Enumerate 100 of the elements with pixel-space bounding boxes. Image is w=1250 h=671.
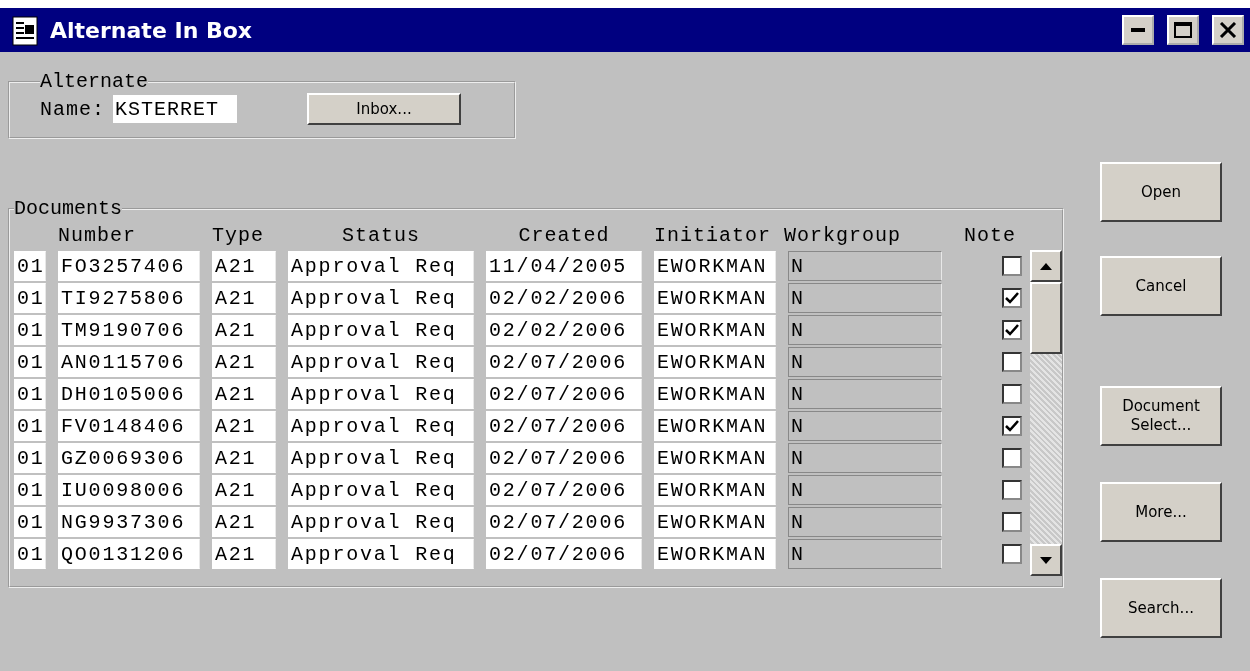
window-title: Alternate In Box xyxy=(50,17,254,43)
table-cell: 01 xyxy=(14,475,46,505)
minimize-icon xyxy=(1131,28,1145,32)
action-button[interactable]: Open xyxy=(1100,162,1222,222)
table-cell[interactable]: Approval Req xyxy=(288,443,474,473)
table-cell[interactable]: Approval Req xyxy=(288,475,474,505)
table-cell[interactable]: 02/07/2006 xyxy=(486,507,642,537)
table-cell[interactable]: N xyxy=(788,443,942,473)
note-checkbox[interactable] xyxy=(1002,416,1022,436)
scroll-down-button[interactable] xyxy=(1030,544,1062,576)
table-cell[interactable]: 02/02/2006 xyxy=(486,315,642,345)
table-cell[interactable]: EWORKMAN xyxy=(654,411,776,441)
table-cell[interactable]: EWORKMAN xyxy=(654,251,776,281)
close-icon xyxy=(1219,22,1237,38)
table-cell[interactable]: N xyxy=(788,379,942,409)
note-checkbox[interactable] xyxy=(1002,384,1022,404)
table-cell[interactable]: 02/07/2006 xyxy=(486,475,642,505)
note-checkbox[interactable] xyxy=(1002,448,1022,468)
action-button[interactable]: Search... xyxy=(1100,578,1222,638)
table-cell[interactable]: EWORKMAN xyxy=(654,507,776,537)
action-button[interactable]: Document Select... xyxy=(1100,386,1222,446)
table-cell[interactable]: Approval Req xyxy=(288,315,474,345)
table-cell[interactable]: 02/07/2006 xyxy=(486,539,642,569)
table-cell[interactable]: A21 xyxy=(212,283,276,313)
inbox-button[interactable]: Inbox... xyxy=(307,93,461,125)
table-cell[interactable]: N xyxy=(788,411,942,441)
table-cell[interactable]: NG9937306 xyxy=(58,507,200,537)
table-cell[interactable]: Approval Req xyxy=(288,347,474,377)
table-cell[interactable]: TI9275806 xyxy=(58,283,200,313)
table-cell[interactable]: EWORKMAN xyxy=(654,539,776,569)
table-cell[interactable]: 02/07/2006 xyxy=(486,347,642,377)
table-cell[interactable]: N xyxy=(788,283,942,313)
table-cell: 01 xyxy=(14,283,46,313)
table-cell[interactable]: 02/07/2006 xyxy=(486,379,642,409)
table-cell[interactable]: Approval Req xyxy=(288,283,474,313)
table-cell[interactable]: 02/07/2006 xyxy=(486,443,642,473)
table-cell[interactable]: Approval Req xyxy=(288,379,474,409)
table-cell[interactable]: N xyxy=(788,251,942,281)
note-checkbox[interactable] xyxy=(1002,544,1022,564)
table-cell: 01 xyxy=(14,411,46,441)
table-cell[interactable]: Approval Req xyxy=(288,411,474,441)
maximize-button[interactable] xyxy=(1167,15,1199,45)
close-button[interactable] xyxy=(1212,15,1244,45)
table-cell[interactable]: 02/02/2006 xyxy=(486,283,642,313)
column-header: Initiator xyxy=(654,223,773,247)
table-cell[interactable]: Approval Req xyxy=(288,539,474,569)
table-cell[interactable]: A21 xyxy=(212,315,276,345)
table-cell[interactable]: N xyxy=(788,507,942,537)
note-checkbox[interactable] xyxy=(1002,320,1022,340)
minimize-button[interactable] xyxy=(1122,15,1154,45)
table-cell[interactable]: AN0115706 xyxy=(58,347,200,377)
table-cell: 01 xyxy=(14,251,46,281)
action-button[interactable]: More... xyxy=(1100,482,1222,542)
table-cell[interactable]: QO0131206 xyxy=(58,539,200,569)
table-cell: 01 xyxy=(14,443,46,473)
table-cell[interactable]: N xyxy=(788,347,942,377)
table-cell[interactable]: Approval Req xyxy=(288,251,474,281)
document-app-icon xyxy=(10,13,40,47)
table-cell[interactable]: EWORKMAN xyxy=(654,475,776,505)
note-checkbox[interactable] xyxy=(1002,512,1022,532)
action-button[interactable]: Cancel xyxy=(1100,256,1222,316)
table-cell[interactable]: IU0098006 xyxy=(58,475,200,505)
table-cell[interactable]: A21 xyxy=(212,443,276,473)
table-cell[interactable]: A21 xyxy=(212,251,276,281)
table-cell[interactable]: A21 xyxy=(212,539,276,569)
table-cell[interactable]: FO3257406 xyxy=(58,251,200,281)
scroll-thumb[interactable] xyxy=(1030,282,1062,354)
table-cell[interactable]: EWORKMAN xyxy=(654,347,776,377)
table-cell[interactable]: Approval Req xyxy=(288,507,474,537)
table-cell[interactable]: 02/07/2006 xyxy=(486,411,642,441)
table-cell[interactable]: 11/04/2005 xyxy=(486,251,642,281)
column-header: Type xyxy=(212,223,265,247)
name-field[interactable]: KSTERRET xyxy=(113,95,237,123)
table-cell[interactable]: GZ0069306 xyxy=(58,443,200,473)
table-cell[interactable]: TM9190706 xyxy=(58,315,200,345)
table-cell[interactable]: A21 xyxy=(212,507,276,537)
table-cell: 01 xyxy=(14,507,46,537)
table-cell[interactable]: EWORKMAN xyxy=(654,283,776,313)
table-cell[interactable]: N xyxy=(788,475,942,505)
group-legend: Documents xyxy=(14,197,123,220)
table-cell[interactable]: EWORKMAN xyxy=(654,379,776,409)
up-arrow-icon xyxy=(1040,262,1052,270)
table-cell[interactable]: DH0105006 xyxy=(58,379,200,409)
note-checkbox[interactable] xyxy=(1002,480,1022,500)
table-cell[interactable]: FV0148406 xyxy=(58,411,200,441)
column-header: Created xyxy=(517,223,611,247)
note-checkbox[interactable] xyxy=(1002,256,1022,276)
note-checkbox[interactable] xyxy=(1002,288,1022,308)
table-cell[interactable]: A21 xyxy=(212,475,276,505)
note-checkbox[interactable] xyxy=(1002,352,1022,372)
scroll-up-button[interactable] xyxy=(1030,250,1062,282)
table-cell[interactable]: A21 xyxy=(212,411,276,441)
table-cell[interactable]: N xyxy=(788,539,942,569)
table-cell[interactable]: EWORKMAN xyxy=(654,443,776,473)
scrollbar[interactable] xyxy=(1030,250,1062,576)
table-cell[interactable]: EWORKMAN xyxy=(654,315,776,345)
check-icon xyxy=(1005,324,1019,336)
table-cell[interactable]: N xyxy=(788,315,942,345)
table-cell[interactable]: A21 xyxy=(212,347,276,377)
table-cell[interactable]: A21 xyxy=(212,379,276,409)
